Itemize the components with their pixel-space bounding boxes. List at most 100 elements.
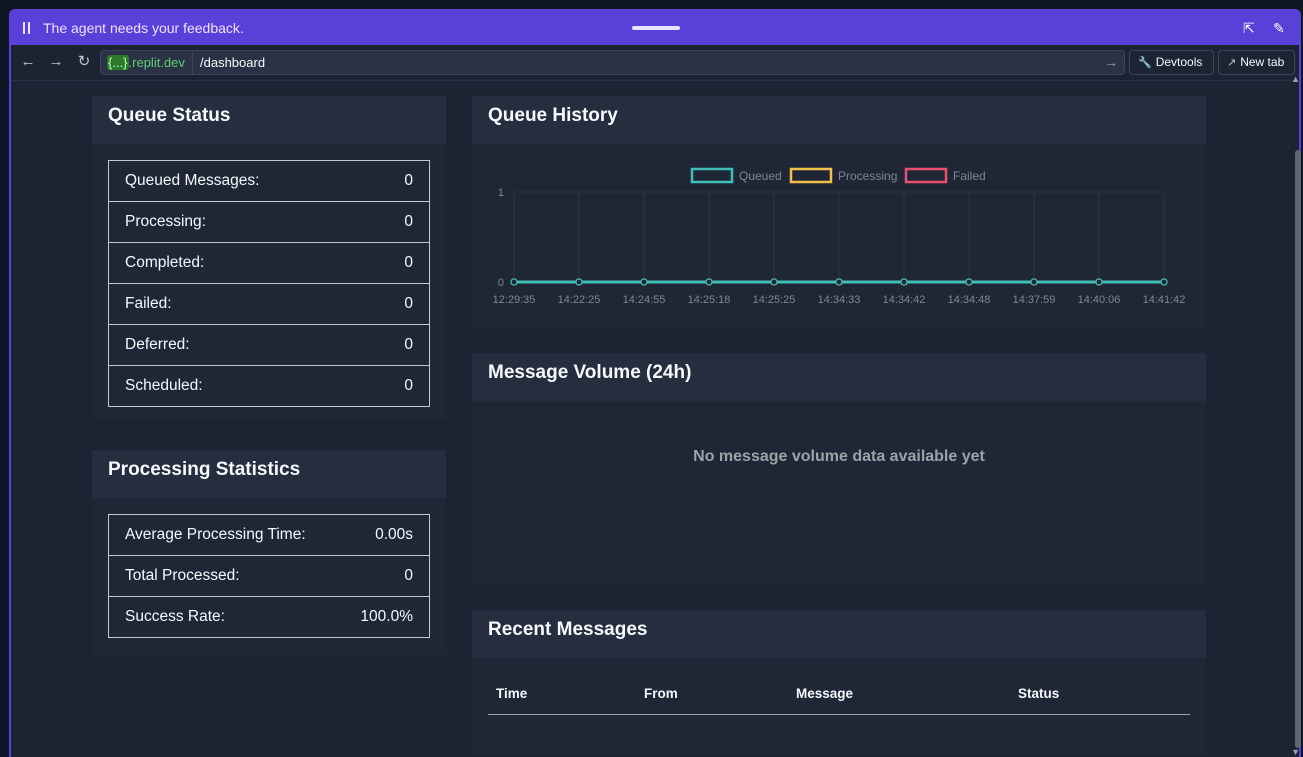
stat-value: 0 — [366, 283, 430, 325]
new-tab-button[interactable]: ↗ New tab — [1218, 50, 1295, 75]
stat-row: Processing: 0 — [108, 201, 430, 243]
queue-status-title: Queue Status — [92, 96, 446, 144]
queue-status-card: Queue Status Queued Messages: 0 Processing… — [92, 96, 446, 420]
x-tick-label: 14:34:42 — [883, 294, 926, 306]
legend-label-queued: Queued — [739, 169, 782, 183]
x-tick-label: 14:41:42 — [1143, 294, 1186, 306]
back-icon[interactable]: ← — [19, 53, 37, 71]
legend-swatch-processing — [789, 167, 833, 184]
legend-swatch-failed — [904, 167, 948, 184]
dashboard-content: Queue Status Queued Messages: 0 Processing… — [11, 82, 1299, 757]
wrench-icon: 🔧 — [1138, 57, 1152, 69]
data-point-queued — [1095, 278, 1103, 286]
x-tick-label: 14:34:48 — [948, 294, 991, 306]
column-header-message[interactable]: Message — [796, 686, 853, 701]
x-tick-label: 14:34:33 — [818, 294, 861, 306]
pause-icon[interactable] — [23, 22, 31, 34]
stat-value: 0.00s — [375, 526, 413, 543]
stat-row: Deferred: 0 — [108, 324, 430, 366]
legend-swatch-queued — [690, 167, 734, 184]
stat-value: 0 — [366, 242, 430, 284]
column-header-time[interactable]: Time — [496, 686, 527, 701]
scroll-down-arrow[interactable]: ▼ — [1291, 747, 1300, 757]
queue-status-table: Queued Messages: 0 Processing: 0 Completed: 0… — [108, 160, 430, 407]
url-separator — [192, 51, 193, 74]
message-volume-card: Message Volume (24h) No message volume d… — [472, 353, 1206, 585]
processing-stats-card: Processing Statistics Average Processing… — [92, 450, 446, 654]
devtools-label: Devtools — [1155, 55, 1203, 69]
drag-handle[interactable] — [632, 26, 680, 30]
stat-label: Total Processed: — [108, 555, 338, 597]
stat-value: 0 — [404, 172, 413, 189]
x-tick-label: 14:40:06 — [1078, 294, 1121, 306]
x-tick-label: 14:25:18 — [688, 294, 731, 306]
stat-row: Scheduled: 0 — [108, 365, 430, 407]
data-point-queued — [835, 278, 843, 286]
stat-value: 0 — [366, 365, 430, 407]
popout-icon[interactable]: ⇱ — [1243, 20, 1259, 36]
app-frame: The agent needs your feedback. ⇱ ✎ ← → ↻… — [0, 0, 1303, 757]
column-header-status[interactable]: Status — [1018, 686, 1059, 701]
x-tick-label: 14:24:55 — [623, 294, 666, 306]
data-point-queued — [1160, 278, 1168, 286]
stat-row: Failed: 0 — [108, 283, 430, 325]
stat-row: Average Processing Time: 0.00s — [109, 515, 430, 556]
preview-window: The agent needs your feedback. ⇱ ✎ ← → ↻… — [9, 9, 1301, 757]
url-host-bracket: {...} — [107, 55, 129, 70]
go-arrow-icon[interactable]: → — [1104, 54, 1118, 70]
x-tick-label: 14:37:59 — [1013, 294, 1056, 306]
url-host-suffix: .replit.dev — [128, 55, 185, 70]
stat-value: 100.0% — [337, 596, 430, 638]
stat-value: 0 — [366, 201, 430, 243]
stat-label: Success Rate: — [108, 596, 338, 638]
stat-row: Total Processed: 0 — [108, 555, 430, 597]
browser-toolbar: ← → ↻ {...}.replit.dev /dashboard → 🔧 Dev… — [11, 45, 1299, 81]
stat-row: Success Rate: 100.0% — [108, 596, 430, 638]
stat-label: Scheduled: — [108, 365, 367, 407]
stat-row: Queued Messages: 0 — [109, 161, 430, 202]
feedback-text: The agent needs your feedback. — [43, 20, 244, 36]
x-tick-label: 14:22:25 — [558, 294, 601, 306]
x-tick-label: 12:29:35 — [493, 294, 536, 306]
queue-history-card: Queue History 1 0 12:29:35 14:22:25 14:24:55… — [472, 96, 1206, 328]
data-point-queued — [965, 278, 973, 286]
scroll-up-arrow[interactable]: ▲ — [1291, 74, 1300, 84]
url-path: /dashboard — [200, 55, 266, 70]
reload-icon[interactable]: ↻ — [75, 53, 93, 71]
processing-stats-title: Processing Statistics — [92, 450, 446, 498]
scrollbar-thumb[interactable] — [1295, 150, 1301, 748]
data-point-queued — [705, 278, 713, 286]
stat-label: Processing: — [108, 201, 367, 243]
data-point-queued — [770, 278, 778, 286]
stat-label: Failed: — [108, 283, 367, 325]
feedback-bar: The agent needs your feedback. ⇱ ✎ — [11, 11, 1299, 45]
data-point-queued — [640, 278, 648, 286]
new-tab-label: New tab — [1240, 55, 1285, 69]
data-point-queued — [900, 278, 908, 286]
table-header-divider — [488, 714, 1190, 715]
url-bar[interactable]: {...}.replit.dev /dashboard → — [100, 50, 1125, 75]
stat-value: 0 — [337, 555, 430, 597]
stat-value: 0 — [366, 324, 430, 366]
legend-label-processing: Processing — [838, 169, 897, 183]
recent-messages-card: Recent Messages Time From Message Status — [472, 610, 1206, 755]
data-point-queued — [575, 278, 583, 286]
column-header-from[interactable]: From — [644, 686, 678, 701]
stat-label: Deferred: — [108, 324, 367, 366]
message-volume-empty-note: No message volume data available yet — [693, 448, 985, 465]
url-host: {...}.replit.dev — [103, 53, 189, 72]
stat-label: Queued Messages: — [125, 172, 260, 189]
x-tick-label: 14:25:25 — [753, 294, 796, 306]
y-tick-label: 1 — [498, 187, 504, 199]
queue-history-chart: 1 0 12:29:35 14:22:25 14:24:55 14:25:18 14:25:… — [493, 167, 1186, 306]
data-point-queued — [1030, 278, 1038, 286]
forward-icon[interactable]: → — [47, 53, 65, 71]
data-point-queued — [510, 278, 518, 286]
queue-history-title: Queue History — [472, 96, 1206, 144]
recent-messages-title: Recent Messages — [472, 610, 1206, 658]
external-link-icon: ↗ — [1227, 57, 1237, 69]
devtools-button[interactable]: 🔧 Devtools — [1129, 50, 1214, 75]
stat-row: Completed: 0 — [108, 242, 430, 284]
stat-label: Completed: — [108, 242, 367, 284]
pin-icon[interactable]: ✎ — [1273, 20, 1289, 36]
